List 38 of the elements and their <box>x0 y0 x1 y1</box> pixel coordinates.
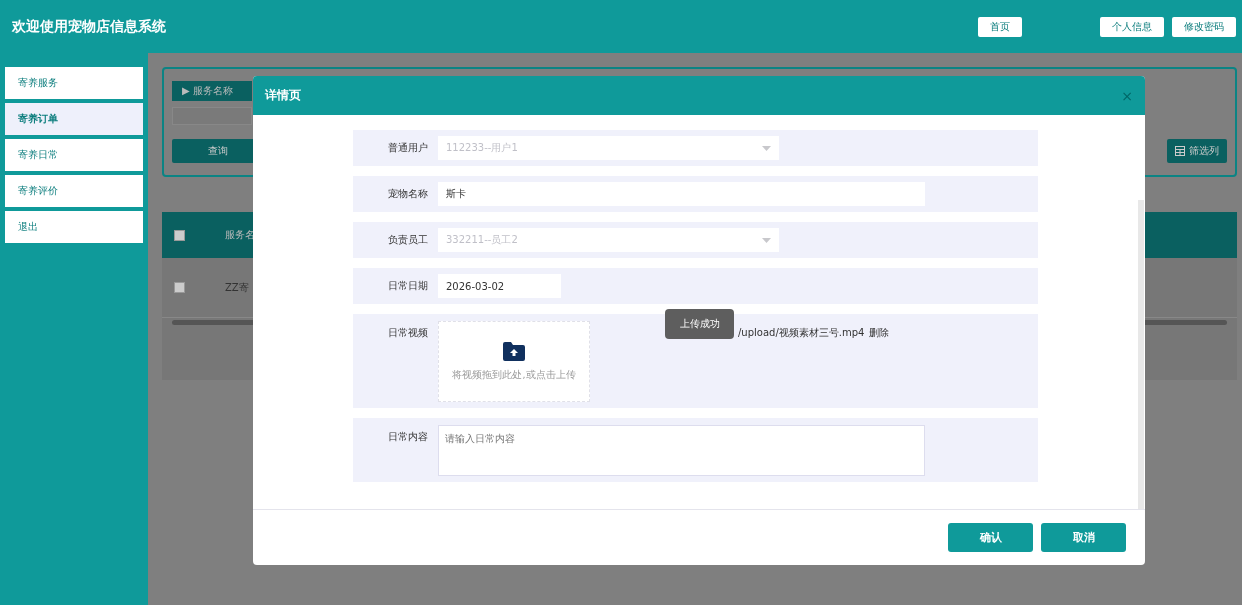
table-cell: ZZ寄 <box>225 280 249 295</box>
app-title: 欢迎使用宠物店信息系统 <box>12 17 167 36</box>
nav-button[interactable]: 个人信息 <box>1100 16 1164 37</box>
date-field[interactable]: 2026-03-02 <box>438 274 561 298</box>
cancel-button[interactable]: 取消 <box>1041 523 1126 552</box>
search-label: ▶ 服务名称 <box>172 81 252 101</box>
column-header: 服务名 <box>225 228 255 242</box>
filter-columns-button[interactable]: 筛选列 <box>1167 139 1227 163</box>
sidebar-item[interactable]: 寄养服务 <box>5 67 143 99</box>
search-field[interactable] <box>172 106 252 125</box>
file-link[interactable]: /upload/视频素材三号.mp4 <box>738 326 865 340</box>
dropdown-caret-icon <box>762 145 771 151</box>
sidebar-item[interactable]: 寄养订单 <box>5 103 143 135</box>
checkbox[interactable] <box>174 282 185 293</box>
checkbox[interactable] <box>174 229 185 241</box>
field-label: 日常内容 <box>387 430 428 444</box>
upload-hint: 将视频拖到此处,或点击上传 <box>452 368 576 382</box>
upload-toast: 上传成功 <box>665 309 734 339</box>
nav-button[interactable]: 首页 <box>978 16 1022 37</box>
scrollbar[interactable] <box>1138 200 1144 509</box>
folder-upload-icon <box>503 341 525 361</box>
field-label: 日常视频 <box>387 326 428 340</box>
sidebar-item[interactable]: 退出 <box>5 211 143 243</box>
field-label: 负责员工 <box>387 233 428 247</box>
input-field[interactable]: 斯卡 <box>438 182 925 206</box>
table-icon <box>1175 146 1185 156</box>
nav-button[interactable]: 修改密码 <box>1172 16 1236 37</box>
field-label: 普通用户 <box>387 141 428 155</box>
confirm-button[interactable]: 确认 <box>948 523 1033 552</box>
upload-area[interactable]: 将视频拖到此处,或点击上传 <box>438 321 590 402</box>
sidebar-item[interactable]: 寄养日常 <box>5 139 143 171</box>
sidebar-item[interactable]: 寄养评价 <box>5 175 143 207</box>
dropdown-caret-icon <box>762 237 771 243</box>
delete-link[interactable]: 删除 <box>869 326 890 340</box>
field-label: 宠物名称 <box>387 187 428 201</box>
textarea-field[interactable]: 请输入日常内容 <box>438 425 925 476</box>
field-label: 日常日期 <box>387 279 428 293</box>
dialog-title: 详情页 <box>265 87 301 104</box>
